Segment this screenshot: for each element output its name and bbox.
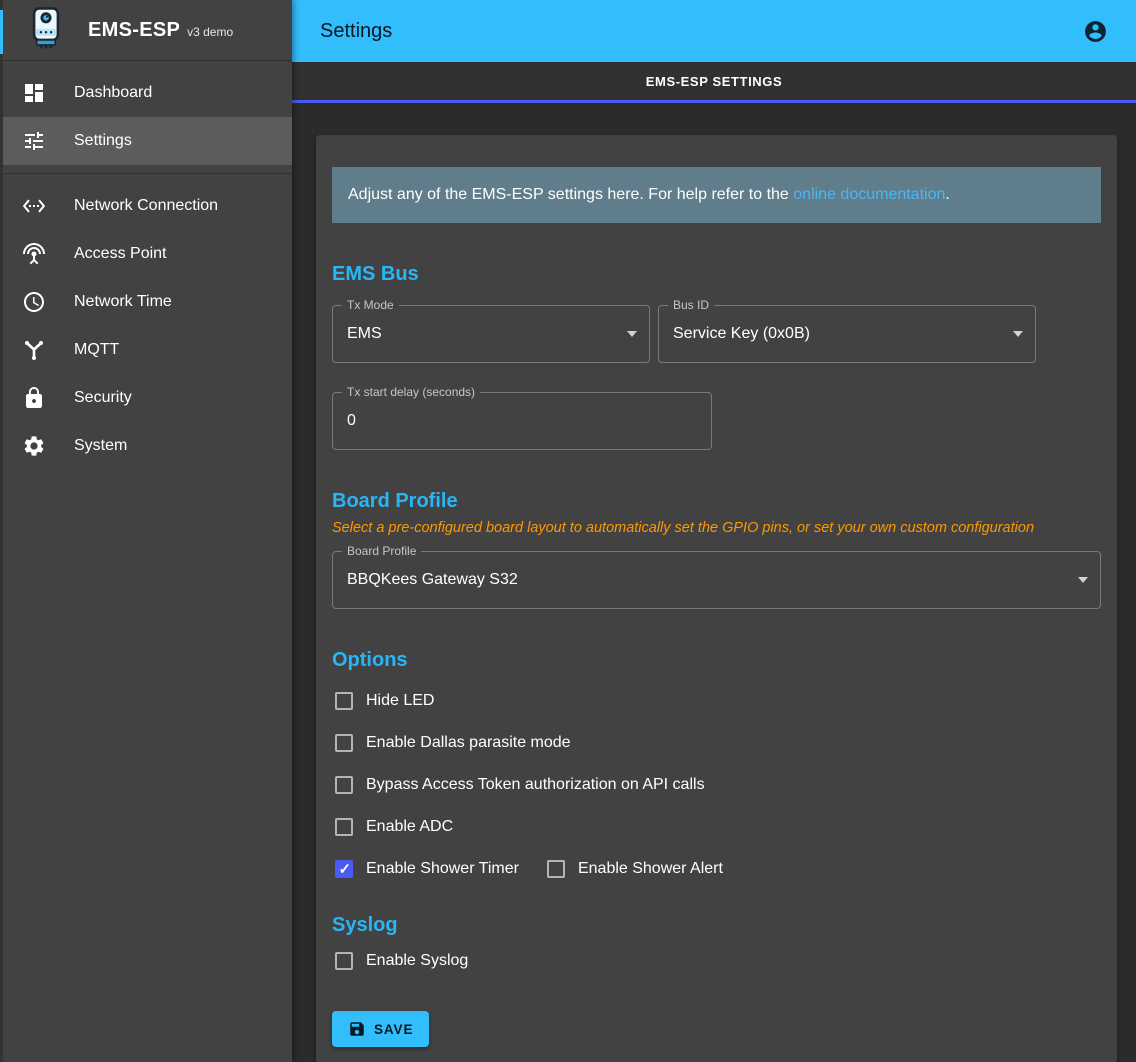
tx-mode-select[interactable]: Tx Mode EMS (332, 305, 650, 363)
sidebar-item-settings[interactable]: Settings (0, 117, 292, 165)
sidebar-item-security[interactable]: Security (0, 374, 292, 422)
save-button[interactable]: SAVE (332, 1011, 429, 1047)
dashboard-icon (22, 81, 46, 105)
field-value: Service Key (0x0B) (673, 325, 810, 343)
checkbox-label: Enable Shower Alert (578, 860, 723, 878)
sidebar-item-label: System (74, 437, 127, 455)
sidebar-item-dashboard[interactable]: Dashboard (0, 69, 292, 117)
info-banner: Adjust any of the EMS-ESP settings here.… (332, 167, 1101, 223)
field-label: Board Profile (342, 544, 421, 558)
chevron-down-icon (1078, 577, 1088, 583)
sidebar-item-system[interactable]: System (0, 422, 292, 470)
ethernet-icon (22, 194, 46, 218)
checkbox-row: Enable Syslog (332, 940, 1101, 982)
syslog-checkbox-group: Enable Syslog (332, 940, 1101, 982)
field-label: Bus ID (668, 298, 714, 312)
brand: EMS-ESP v3 demo (88, 19, 233, 42)
sidebar-item-network-time[interactable]: Network Time (0, 278, 292, 326)
gear-icon (22, 434, 46, 458)
checkbox-shower-timer[interactable]: Enable Shower Timer (332, 860, 519, 878)
chevron-down-icon (1013, 331, 1023, 337)
sidebar-item-access-point[interactable]: Access Point (0, 230, 292, 278)
sidebar-item-label: MQTT (74, 341, 119, 359)
bus-id-select[interactable]: Bus ID Service Key (0x0B) (658, 305, 1036, 363)
field-label: Tx Mode (342, 298, 399, 312)
checkbox-box[interactable] (335, 692, 353, 710)
checkbox-row: Enable Shower Timer Enable Shower Alert (332, 848, 1101, 890)
sidebar-item-label: Settings (74, 132, 132, 150)
checkbox-box[interactable] (547, 860, 565, 878)
boiler-logo-icon (29, 6, 63, 55)
left-edge-blue-sliver (0, 10, 3, 54)
clock-icon (22, 290, 46, 314)
field-value: BBQKees Gateway S32 (347, 571, 518, 589)
sidebar-item-mqtt[interactable]: MQTT (0, 326, 292, 374)
checkbox-box[interactable] (335, 776, 353, 794)
field-label: Tx start delay (seconds) (342, 385, 480, 399)
sidebar-menu-top: Dashboard Settings (0, 61, 292, 173)
checkbox-label: Bypass Access Token authorization on API… (366, 776, 705, 794)
checkbox-enable-syslog[interactable]: Enable Syslog (332, 952, 468, 970)
checkbox-label: Enable Dallas parasite mode (366, 734, 571, 752)
options-checkbox-group: Hide LED Enable Dallas parasite mode Byp… (332, 680, 1101, 890)
checkbox-bypass-token[interactable]: Bypass Access Token authorization on API… (332, 776, 705, 794)
brand-version: v3 demo (187, 25, 233, 39)
save-button-label: SAVE (374, 1022, 413, 1037)
settings-card: Adjust any of the EMS-ESP settings here.… (316, 135, 1117, 1062)
checkbox-row: Enable Dallas parasite mode (332, 722, 1101, 764)
sidebar-item-label: Network Time (74, 293, 172, 311)
sidebar-item-label: Network Connection (74, 197, 218, 215)
checkbox-box[interactable] (335, 818, 353, 836)
online-documentation-link[interactable]: online documentation (793, 186, 945, 203)
sidebar: EMS-ESP v3 demo Dashboard Settings Netwo… (0, 0, 292, 1062)
field-value: 0 (347, 412, 356, 430)
checkbox-box[interactable] (335, 734, 353, 752)
main-area: Settings EMS-ESP SETTINGS Adjust any of … (292, 0, 1136, 1062)
banner-text-end: . (945, 186, 949, 203)
sidebar-header: EMS-ESP v3 demo (0, 0, 292, 61)
brand-title: EMS-ESP (88, 19, 180, 42)
checkbox-row: Enable ADC (332, 806, 1101, 848)
checkbox-hide-led[interactable]: Hide LED (332, 692, 434, 710)
sidebar-menu-bottom: Network Connection Access Point Network … (0, 174, 292, 478)
board-profile-select[interactable]: Board Profile BBQKees Gateway S32 (332, 551, 1101, 609)
checkbox-label: Enable ADC (366, 818, 453, 836)
section-heading-ems-bus: EMS Bus (332, 263, 1101, 286)
banner-text: Adjust any of the EMS-ESP settings here.… (348, 186, 793, 203)
lock-icon (22, 386, 46, 410)
sidebar-item-label: Access Point (74, 245, 166, 263)
tab-bar: EMS-ESP SETTINGS (292, 62, 1136, 103)
antenna-icon (22, 242, 46, 266)
checkbox-dallas-parasite[interactable]: Enable Dallas parasite mode (332, 734, 571, 752)
checkbox-label: Enable Shower Timer (366, 860, 519, 878)
content-area: Adjust any of the EMS-ESP settings here.… (292, 103, 1136, 1062)
save-floppy-icon (348, 1020, 366, 1038)
section-heading-syslog: Syslog (332, 914, 1101, 937)
left-edge-strip (0, 0, 3, 1062)
page-title: Settings (320, 20, 392, 43)
checkbox-row: Hide LED (332, 680, 1101, 722)
section-heading-options: Options (332, 649, 1101, 672)
sidebar-item-label: Security (74, 389, 132, 407)
hub-icon (22, 338, 46, 362)
account-circle-icon[interactable] (1083, 19, 1108, 44)
tx-start-delay-input[interactable]: Tx start delay (seconds) 0 (332, 392, 712, 450)
checkbox-box[interactable] (335, 952, 353, 970)
checkbox-enable-adc[interactable]: Enable ADC (332, 818, 453, 836)
checkbox-row: Bypass Access Token authorization on API… (332, 764, 1101, 806)
checkbox-label: Hide LED (366, 692, 434, 710)
sidebar-item-network-connection[interactable]: Network Connection (0, 182, 292, 230)
tune-icon (22, 129, 46, 153)
board-profile-description: Select a pre-configured board layout to … (332, 520, 1101, 536)
tab-ems-esp-settings[interactable]: EMS-ESP SETTINGS (646, 74, 783, 89)
checkbox-box[interactable] (335, 860, 353, 878)
sidebar-item-label: Dashboard (74, 84, 152, 102)
chevron-down-icon (627, 331, 637, 337)
checkbox-shower-alert[interactable]: Enable Shower Alert (544, 860, 723, 878)
checkbox-label: Enable Syslog (366, 952, 468, 970)
app-bar: Settings (292, 0, 1136, 62)
field-value: EMS (347, 325, 382, 343)
section-heading-board-profile: Board Profile (332, 490, 1101, 513)
